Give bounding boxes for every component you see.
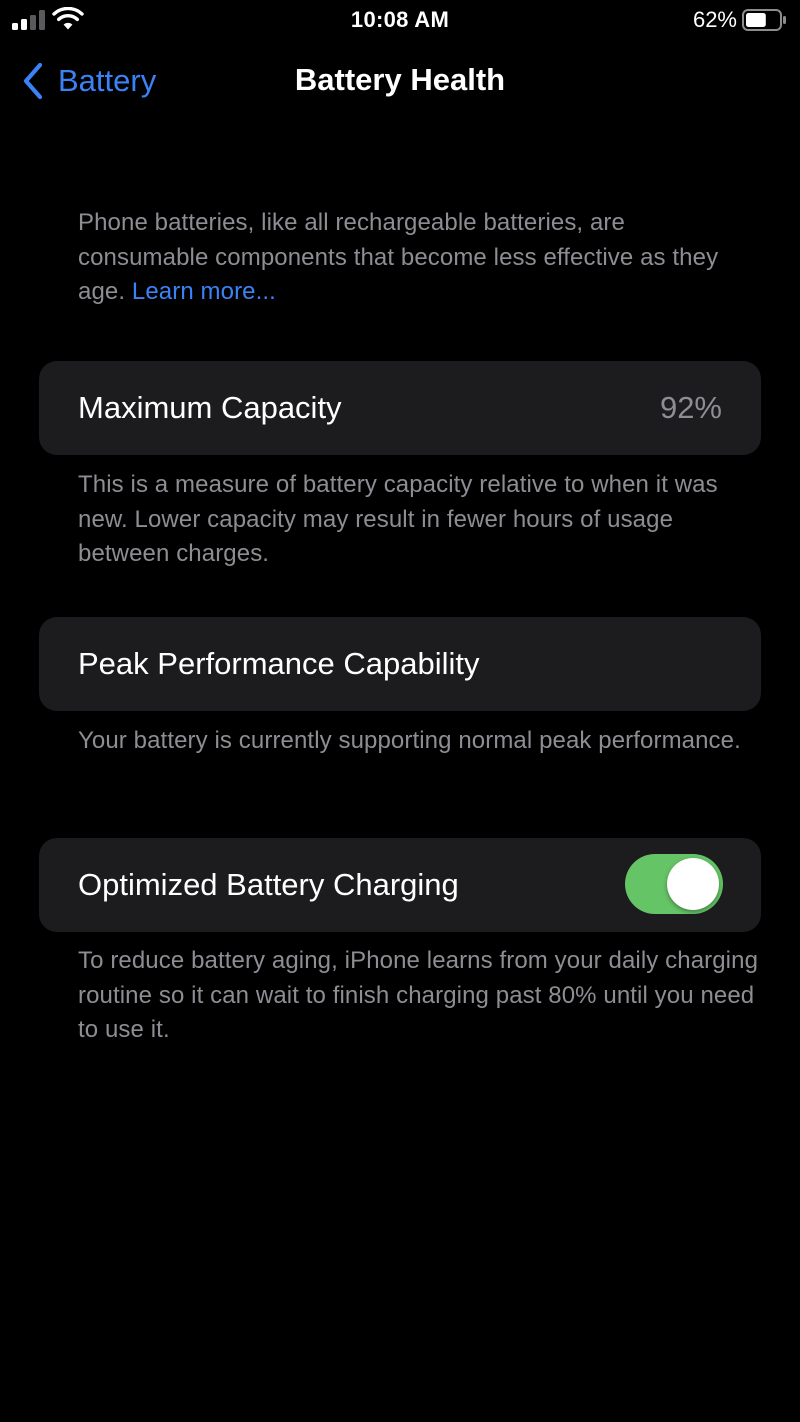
peak-performance-label: Peak Performance Capability — [78, 646, 480, 681]
optimized-charging-label: Optimized Battery Charging — [78, 867, 459, 902]
battery-icon — [742, 9, 786, 31]
intro-text: Phone batteries, like all rechargeable b… — [78, 206, 758, 310]
battery-fill — [746, 13, 766, 27]
maximum-capacity-value: 92% — [659, 390, 722, 425]
learn-more-link[interactable]: Learn more... — [132, 278, 276, 305]
page-title: Battery Health — [294, 62, 506, 97]
maximum-capacity-label: Maximum Capacity — [78, 390, 342, 425]
battery-percent: 62% — [692, 7, 737, 32]
optimized-charging-description: To reduce battery aging, iPhone learns f… — [78, 947, 759, 1043]
toggle-knob — [667, 858, 719, 910]
maximum-capacity-row: Maximum Capacity 92% — [39, 361, 761, 455]
peak-performance-row: Peak Performance Capability — [39, 617, 761, 711]
status-time: 10:08 AM — [350, 7, 450, 32]
peak-performance-description: Your battery is currently supporting nor… — [78, 727, 741, 754]
optimized-charging-toggle[interactable] — [625, 854, 723, 914]
optimized-charging-row: Optimized Battery Charging — [39, 838, 761, 932]
status-bar: 10:08 AM 62% — [0, 0, 800, 40]
maximum-capacity-description: This is a measure of battery capacity re… — [78, 471, 718, 567]
